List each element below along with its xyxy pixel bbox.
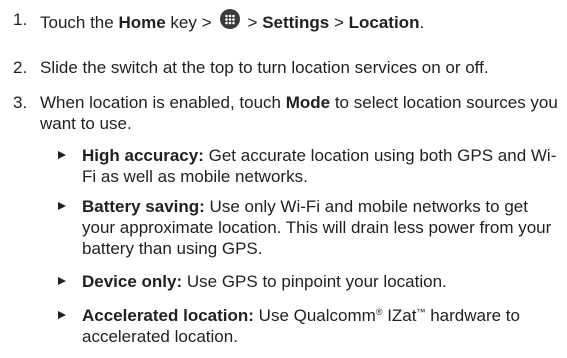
- bullet-text: Accelerated location: Use Qualcomm® IZat…: [82, 306, 520, 346]
- bullet-arrow-icon: [58, 202, 66, 210]
- bullet-title: High accuracy:: [82, 146, 204, 165]
- step-2: 2. Slide the switch at the top to turn l…: [13, 57, 558, 78]
- bullet-arrow-icon: [58, 311, 66, 319]
- bullet-title: Battery saving:: [82, 197, 205, 216]
- step-text: Touch the Home key > > Settings > Locatio…: [40, 9, 558, 33]
- bullet-device-only: Device only: Use GPS to pinpoint your lo…: [58, 271, 558, 292]
- home-key-label: Home: [118, 13, 166, 32]
- bullet-text: Device only: Use GPS to pinpoint your lo…: [82, 272, 447, 291]
- bullet-title: Device only:: [82, 272, 183, 291]
- step-number: 1.: [13, 10, 28, 29]
- bullet-arrow-icon: [58, 151, 66, 159]
- document-page: 1. Touch the Home key > > Settings > Loca…: [0, 0, 567, 358]
- apps-grid-icon: [219, 9, 240, 29]
- bullet-battery-saving: Battery saving: Use only Wi-Fi and mobil…: [58, 196, 558, 259]
- bullet-title: Accelerated location:: [82, 306, 254, 325]
- step-text: When location is enabled, touch Mode to …: [40, 93, 558, 133]
- bullet-high-accuracy: High accuracy: Get accurate location usi…: [58, 145, 558, 187]
- bullet-accelerated-location: Accelerated location: Use Qualcomm® IZat…: [58, 305, 558, 347]
- step-3: 3. When location is enabled, touch Mode …: [13, 92, 558, 134]
- settings-label: Settings: [262, 13, 330, 32]
- bullet-text: Battery saving: Use only Wi-Fi and mobil…: [82, 197, 552, 258]
- step-number: 2.: [13, 58, 28, 77]
- step-text: Slide the switch at the top to turn loca…: [40, 58, 489, 77]
- bullet-arrow-icon: [58, 277, 66, 285]
- step-number: 3.: [13, 93, 28, 112]
- location-label: Location: [348, 13, 420, 32]
- step-1: 1. Touch the Home key > > Settings > Loca…: [13, 9, 558, 33]
- mode-label: Mode: [285, 93, 331, 112]
- bullet-text: High accuracy: Get accurate location usi…: [82, 146, 557, 186]
